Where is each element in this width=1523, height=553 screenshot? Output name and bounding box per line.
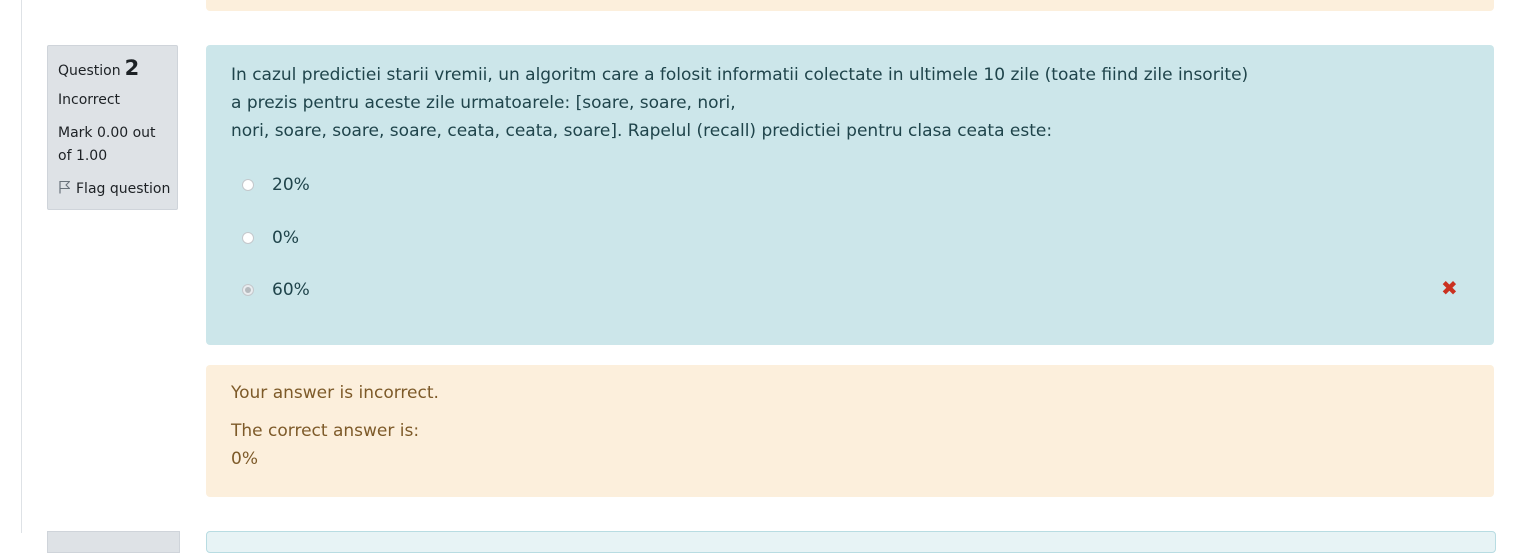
next-question-formulation (206, 531, 1496, 553)
answer-option-label: 20% (272, 175, 310, 195)
question-number-label: Question (58, 63, 121, 79)
answer-radio[interactable] (242, 179, 254, 191)
right-answer-label: The correct answer is: (231, 421, 420, 441)
right-answer-value: 0% (231, 449, 258, 469)
question-state: Incorrect (58, 92, 121, 108)
question-text-line: a prezis pentru aceste zile urmatoarele:… (231, 93, 736, 113)
page-border (21, 0, 22, 533)
flag-question-link[interactable]: Flag question (58, 180, 170, 198)
answer-option[interactable]: 0% (242, 228, 299, 248)
previous-question-feedback (206, 0, 1494, 11)
question-text-line: nori, soare, soare, soare, ceata, ceata,… (231, 121, 1053, 141)
question-info-panel: Question 2 Incorrect Mark 0.00 out of 1.0… (47, 45, 178, 210)
cross-icon: ✖ (1441, 276, 1458, 300)
question-grade: Mark 0.00 out of 1.00 (58, 125, 156, 164)
question-number: Question 2 (58, 56, 139, 80)
answer-option[interactable]: 60% (242, 280, 310, 300)
next-question-info-panel (47, 531, 180, 553)
specific-feedback: Your answer is incorrect. (231, 383, 439, 403)
question-outcome: Your answer is incorrect. The correct an… (206, 365, 1494, 497)
flag-icon (58, 180, 76, 198)
answer-radio[interactable] (242, 232, 254, 244)
answer-radio-selected[interactable] (242, 284, 254, 296)
flag-question-label: Flag question (76, 181, 171, 197)
question-formulation: In cazul predictiei starii vremii, un al… (206, 45, 1494, 345)
question-text: In cazul predictiei starii vremii, un al… (231, 61, 1248, 145)
answer-option-label: 0% (272, 228, 299, 248)
question-text-line: In cazul predictiei starii vremii, un al… (231, 65, 1249, 85)
question-number-value: 2 (124, 56, 140, 80)
answer-option-label: 60% (272, 280, 310, 300)
answer-option[interactable]: 20% (242, 175, 310, 195)
